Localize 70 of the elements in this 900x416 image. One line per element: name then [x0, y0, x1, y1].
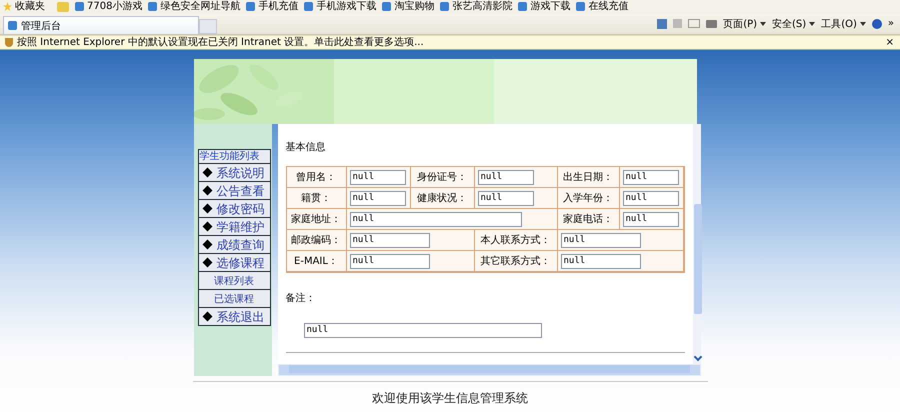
input-field[interactable]: null [478, 190, 534, 206]
input-field[interactable]: null [350, 190, 406, 206]
input-field[interactable]: null [560, 254, 640, 268]
info-bar-message[interactable]: 按照 Internet Explorer 中的默认设置现在已关闭 Intranet 设置。单击此处查看更多选项... [17, 36, 882, 48]
shield-icon [5, 38, 13, 47]
browser-tab[interactable]: 管理后台 [3, 16, 199, 34]
menu-link[interactable]: 修改密码 [216, 202, 264, 216]
field-label: 本人联系方式： [480, 234, 550, 247]
field-label: 出生日期： [563, 170, 613, 184]
favorite-link[interactable]: 手机游戏下载 [304, 0, 376, 12]
page-icon [75, 2, 84, 11]
page-icon [148, 2, 158, 11]
input-field[interactable]: null [622, 170, 678, 184]
horizontal-scrollbar[interactable] [278, 364, 700, 376]
page-icon [304, 2, 314, 11]
page-icon [518, 2, 528, 11]
caret-icon [760, 22, 766, 26]
menu-link[interactable]: 成绩查询 [216, 238, 264, 252]
field-label: 入学年份： [563, 192, 613, 205]
menu-link[interactable]: 公告查看 [216, 184, 264, 198]
page-icon [246, 2, 256, 11]
favorite-link[interactable]: 张艺高清影院 [440, 0, 512, 12]
toolbar-menu[interactable]: 工具(O) [821, 16, 857, 30]
input-field[interactable]: null [350, 170, 406, 184]
input-field[interactable]: null [622, 190, 678, 206]
submenu-link[interactable]: 课程列表 [214, 274, 254, 288]
field-label: 邮政编码： [291, 234, 341, 247]
vertical-scrollbar[interactable] [692, 124, 700, 364]
favorite-link[interactable]: 游戏下载 [518, 0, 570, 12]
submenu-link[interactable]: 已选课程 [214, 292, 254, 306]
field-label: E-MAIL： [294, 255, 338, 268]
input-field[interactable]: null [622, 212, 678, 226]
favorite-link[interactable]: 7708小游戏 [75, 0, 142, 12]
input-field[interactable]: null [350, 232, 430, 248]
field-label: 其它联系方式： [480, 254, 550, 268]
menu-link[interactable]: 系统退出 [216, 310, 264, 324]
favorite-link[interactable]: 绿色安全网址导航 [148, 0, 240, 12]
field-label: 健康状况： [417, 192, 467, 205]
menu-link[interactable]: 选修课程 [216, 256, 264, 270]
field-label: 家庭电话： [563, 212, 613, 226]
toolbar-menu[interactable]: 安全(S) [772, 16, 806, 30]
field-label: 备注： [286, 292, 316, 305]
section-title: 基本信息 [286, 140, 326, 155]
favorite-link[interactable]: 在线充值 [576, 0, 628, 12]
page-icon [576, 2, 586, 11]
field-label: 籍贯： [301, 192, 331, 205]
favorite-link[interactable]: 手机充值 [246, 0, 298, 12]
toolbar-menu[interactable]: 页面(P) [723, 16, 758, 30]
input-field[interactable]: null [560, 232, 640, 248]
page-icon [440, 2, 450, 11]
page-icon [8, 21, 17, 30]
close-button[interactable]: × [886, 37, 894, 48]
menu-title: 学生功能列表 [198, 150, 270, 164]
footer-text: 欢迎使用该学生信息管理系统 [372, 390, 528, 407]
menu-link[interactable]: 学籍维护 [216, 220, 264, 234]
field-label: 身份证号： [417, 171, 467, 184]
more-button[interactable]: » [888, 18, 894, 29]
favorites-button[interactable]: 收藏夹 [3, 0, 45, 12]
input-field[interactable]: null [478, 170, 534, 184]
menu-link[interactable]: 系统说明 [216, 166, 264, 180]
page-icon [382, 2, 392, 11]
input-field[interactable]: null [350, 254, 430, 268]
input-field[interactable]: null [350, 212, 522, 226]
new-tab-button[interactable] [199, 19, 217, 34]
input-field[interactable]: null [304, 322, 542, 338]
favorite-link[interactable]: 淘宝购物 [382, 0, 434, 12]
caret-icon [860, 22, 866, 26]
field-label: 曾用名： [296, 171, 336, 184]
field-label: 家庭地址： [291, 212, 341, 226]
caret-icon [809, 22, 816, 26]
